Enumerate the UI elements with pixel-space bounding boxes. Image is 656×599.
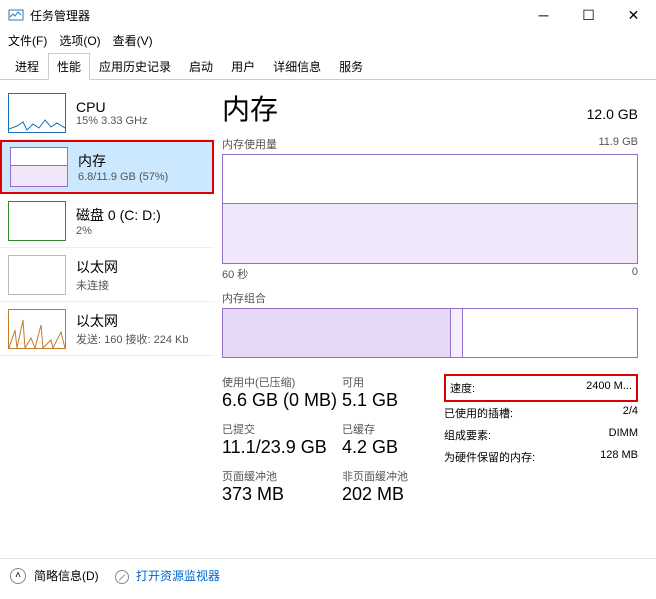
fewer-details-link[interactable]: 简略信息(D) xyxy=(34,567,99,584)
tab-users[interactable]: 用户 xyxy=(222,53,264,80)
sidebar-item-sub: 6.8/11.9 GB (57%) xyxy=(78,171,168,183)
sidebar-item-ethernet-2[interactable]: 以太网 发送: 160 接收: 224 Kb xyxy=(0,302,214,356)
sidebar-item-sub: 发送: 160 接收: 224 Kb xyxy=(76,331,189,347)
slots-label: 已使用的插槽: xyxy=(444,405,513,421)
memory-composition-chart xyxy=(222,308,638,358)
sidebar-item-sub: 15% 3.33 GHz xyxy=(76,115,148,127)
sidebar-item-disk[interactable]: 磁盘 0 (C: D:) 2% xyxy=(0,194,214,248)
sidebar-item-label: 以太网 xyxy=(76,311,189,331)
page-title: 内存 xyxy=(222,88,278,128)
form-label: 组成要素: xyxy=(444,427,491,443)
comp-chart-label: 内存组合 xyxy=(222,290,266,306)
sidebar-item-label: 磁盘 0 (C: D:) xyxy=(76,205,161,225)
resmon-icon xyxy=(115,570,129,584)
form-value: DIMM xyxy=(609,427,638,443)
window-controls: ─ ☐ ✕ xyxy=(521,0,656,30)
ethernet-thumb xyxy=(8,309,66,349)
sidebar-item-ethernet-1[interactable]: 以太网 未连接 xyxy=(0,248,214,302)
usage-chart-max: 11.9 GB xyxy=(598,136,638,152)
speed-value: 2400 M... xyxy=(586,380,632,396)
disk-thumb xyxy=(8,201,66,241)
close-button[interactable]: ✕ xyxy=(611,0,656,30)
title-bar: 任务管理器 ─ ☐ ✕ xyxy=(0,0,656,30)
chart-x-left: 60 秒 xyxy=(222,266,248,282)
usage-chart-label: 内存使用量 xyxy=(222,136,277,152)
window-title: 任务管理器 xyxy=(30,7,521,24)
nonpaged-value: 202 MB xyxy=(342,484,432,505)
app-icon xyxy=(8,7,24,23)
info-rows: 已使用的插槽: 2/4 组成要素: DIMM 为硬件保留的内存: 128 MB xyxy=(444,402,638,468)
sidebar-item-label: 内存 xyxy=(78,151,168,171)
footer: ˄ 简略信息(D) 打开资源监视器 xyxy=(0,558,656,592)
tab-processes[interactable]: 进程 xyxy=(6,53,48,80)
slots-value: 2/4 xyxy=(623,405,638,421)
stats-grid: 使用中(已压缩) 6.6 GB (0 MB) 可用 5.1 GB 已提交 11.… xyxy=(222,374,432,505)
minimize-button[interactable]: ─ xyxy=(521,0,566,30)
main-panel: 内存 12.0 GB 内存使用量 11.9 GB 60 秒 0 内存组合 使用中… xyxy=(214,80,656,558)
cached-value: 4.2 GB xyxy=(342,437,432,458)
tab-app-history[interactable]: 应用历史记录 xyxy=(90,53,180,80)
tab-details[interactable]: 详细信息 xyxy=(264,53,330,80)
maximize-button[interactable]: ☐ xyxy=(566,0,611,30)
in-use-label: 使用中(已压缩) xyxy=(222,374,342,390)
menu-bar: 文件(F) 选项(O) 查看(V) xyxy=(0,30,656,53)
memory-usage-chart xyxy=(222,154,638,264)
available-label: 可用 xyxy=(342,374,432,390)
available-value: 5.1 GB xyxy=(342,390,432,411)
speed-row-highlight: 速度: 2400 M... xyxy=(444,374,638,402)
tab-performance[interactable]: 性能 xyxy=(48,53,90,80)
chevron-up-icon[interactable]: ˄ xyxy=(10,568,26,584)
menu-options[interactable]: 选项(O) xyxy=(59,32,100,49)
reserved-value: 128 MB xyxy=(600,449,638,465)
memory-thumb xyxy=(10,147,68,187)
sidebar: CPU 15% 3.33 GHz 内存 6.8/11.9 GB (57%) 磁盘… xyxy=(0,80,214,558)
speed-label: 速度: xyxy=(450,380,475,396)
nonpaged-label: 非页面缓冲池 xyxy=(342,468,432,484)
menu-file[interactable]: 文件(F) xyxy=(8,32,47,49)
reserved-label: 为硬件保留的内存: xyxy=(444,449,535,465)
cpu-thumb xyxy=(8,93,66,133)
sidebar-item-cpu[interactable]: CPU 15% 3.33 GHz xyxy=(0,86,214,140)
tab-services[interactable]: 服务 xyxy=(330,53,372,80)
menu-view[interactable]: 查看(V) xyxy=(113,32,153,49)
resource-monitor-link[interactable]: 打开资源监视器 xyxy=(115,567,220,584)
sidebar-item-memory[interactable]: 内存 6.8/11.9 GB (57%) xyxy=(0,140,214,194)
in-use-value: 6.6 GB (0 MB) xyxy=(222,390,342,411)
ethernet-thumb xyxy=(8,255,66,295)
tab-startup[interactable]: 启动 xyxy=(180,53,222,80)
paged-value: 373 MB xyxy=(222,484,342,505)
tab-bar: 进程 性能 应用历史记录 启动 用户 详细信息 服务 xyxy=(0,53,656,80)
paged-label: 页面缓冲池 xyxy=(222,468,342,484)
cached-label: 已缓存 xyxy=(342,421,432,437)
total-memory: 12.0 GB xyxy=(587,106,638,122)
sidebar-item-label: CPU xyxy=(76,99,148,115)
sidebar-item-sub: 2% xyxy=(76,225,161,237)
sidebar-item-sub: 未连接 xyxy=(76,277,118,293)
committed-label: 已提交 xyxy=(222,421,342,437)
chart-x-right: 0 xyxy=(632,266,638,282)
sidebar-item-label: 以太网 xyxy=(76,257,118,277)
committed-value: 11.1/23.9 GB xyxy=(222,437,342,458)
